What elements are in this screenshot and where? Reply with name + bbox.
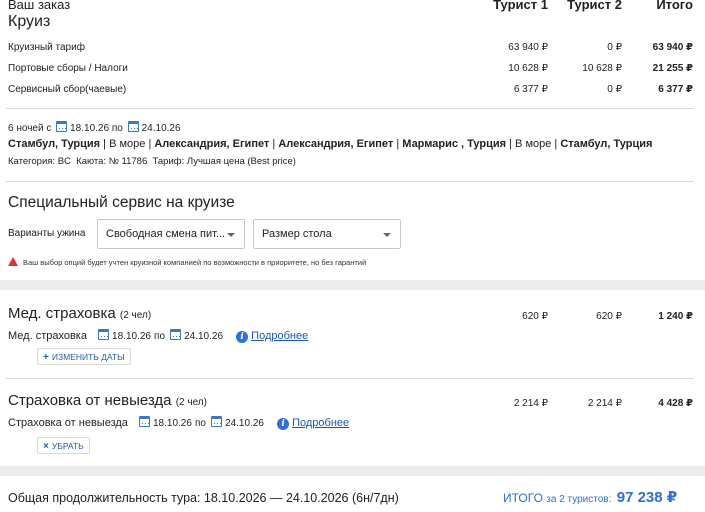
divider	[6, 108, 694, 109]
info-icon[interactable]: i	[236, 331, 249, 343]
med-details: Мед. страховка 18.10.26 по 24.10.26 i По…	[8, 329, 308, 343]
noshow-details: Страховка от невыезда 18.10.26 по 24.10.…	[8, 416, 349, 430]
grand-total-label: ИТОГО	[503, 491, 543, 505]
grand-total-for: за 2 туристов:	[546, 494, 612, 505]
med-label: Мед. страховка	[8, 330, 87, 342]
noshow-t2: 2 214 ₽	[587, 398, 622, 409]
calendar-icon	[127, 121, 139, 132]
route-port: Стамбул, Турция	[8, 138, 101, 150]
med-to: 24.10.26	[184, 331, 224, 342]
cruise-to: 24.10.26	[141, 123, 181, 134]
order-subtitle: Круиз	[8, 13, 51, 30]
dinner-label: Варианты ужина	[8, 228, 86, 239]
med-more-link[interactable]: Подробнее	[251, 330, 308, 342]
med-from: 18.10.26	[112, 331, 151, 342]
row-total: 6 377 ₽	[658, 84, 693, 95]
med-t2: 620 ₽	[596, 311, 622, 322]
dinner-select-value: Свободная смена пит...	[106, 228, 226, 240]
route-sep: |	[269, 138, 279, 150]
row-label: Сервисный сбор(чаевые)	[8, 84, 127, 95]
row-t2: 0 ₽	[607, 84, 622, 95]
row-t1: 6 377 ₽	[513, 84, 548, 95]
cruise-to-word: по	[111, 123, 123, 134]
tour-duration: Общая продолжительность тура: 18.10.2026…	[8, 491, 399, 505]
grand-total: ИТОГО за 2 туристов: 97 238 ₽	[503, 488, 677, 506]
warning-icon	[8, 257, 18, 266]
close-icon: ×	[43, 441, 49, 452]
remove-button[interactable]: × УБРАТЬ	[37, 437, 90, 454]
row-t1: 10 628 ₽	[508, 63, 548, 74]
chevron-down-icon	[383, 233, 391, 237]
noshow-people: (2 чел)	[175, 397, 207, 408]
row-label: Портовые сборы / Налоги	[8, 63, 128, 74]
remove-label: УБРАТЬ	[51, 441, 84, 451]
order-title: Ваш заказ	[8, 0, 71, 12]
col-header-total: Итого	[656, 0, 693, 12]
col-header-tourist-2: Турист 2	[567, 0, 622, 12]
noshow-total: 4 428 ₽	[658, 398, 693, 409]
noshow-t1: 2 214 ₽	[513, 398, 548, 409]
cruise-meta: Категория: BC Каюта: № 11786 Тариф: Лучш…	[8, 156, 296, 167]
med-to-word: по	[154, 331, 166, 342]
chevron-down-icon	[227, 233, 235, 237]
noshow-more-link[interactable]: Подробнее	[292, 417, 349, 429]
route-sep: | В море |	[100, 138, 155, 150]
calendar-icon	[138, 416, 150, 427]
med-insurance-title: Мед. страховка (2 чел)	[8, 305, 151, 322]
row-t2: 0 ₽	[607, 42, 622, 53]
row-t1: 63 940 ₽	[508, 42, 548, 53]
warning-text: Ваш выбор опций будет учтен круизной ком…	[23, 258, 367, 267]
grand-total-value: 97 238 ₽	[616, 489, 678, 506]
med-people: (2 чел)	[119, 310, 152, 321]
service-warning: Ваш выбор опций будет учтен круизной ком…	[8, 257, 366, 267]
row-total: 63 940 ₽	[652, 42, 693, 53]
route-sep: | В море |	[506, 138, 561, 150]
noshow-from: 18.10.26	[152, 418, 192, 429]
plus-icon: +	[43, 352, 49, 363]
med-total: 1 240 ₽	[658, 311, 693, 322]
route-port: Стамбул, Турция	[560, 138, 653, 150]
divider	[6, 378, 694, 379]
cruise-nights: 6 ночей с	[8, 123, 52, 134]
info-icon[interactable]: i	[277, 418, 290, 430]
section-separator	[0, 466, 705, 476]
route-port: Александрия, Египет	[278, 138, 394, 150]
dinner-select[interactable]: Свободная смена пит...	[97, 219, 245, 249]
change-dates-button[interactable]: + ИЗМЕНИТЬ ДАТЫ	[37, 348, 131, 365]
change-dates-label: ИЗМЕНИТЬ ДАТЫ	[51, 352, 125, 362]
route-sep: |	[393, 138, 403, 150]
noshow-title: Страховка от невыезда	[8, 392, 172, 409]
route-port: Мармарис , Турция	[402, 138, 507, 150]
divider	[6, 181, 694, 182]
calendar-icon	[211, 416, 223, 427]
noshow-label: Страховка от невыезда	[8, 417, 128, 429]
col-header-tourist-1: Турист 1	[493, 0, 548, 12]
cruise-route: Стамбул, Турция | В море | Александрия, …	[8, 138, 652, 150]
table-size-select-value: Размер стола	[262, 228, 332, 240]
med-title: Мед. страховка	[8, 305, 116, 322]
calendar-icon	[98, 329, 110, 340]
cruise-dates: 6 ночей с 18.10.26 по 24.10.26	[8, 121, 181, 134]
cruise-from: 18.10.26	[70, 123, 110, 134]
noshow-to: 24.10.26	[225, 418, 264, 429]
calendar-icon	[56, 121, 68, 132]
row-t2: 10 628 ₽	[582, 63, 622, 74]
calendar-icon	[170, 329, 182, 340]
noshow-insurance-title: Страховка от невыезда (2 чел)	[8, 392, 207, 409]
table-size-select[interactable]: Размер стола	[253, 219, 401, 249]
med-t1: 620 ₽	[522, 311, 548, 322]
noshow-to-word: по	[194, 418, 206, 429]
row-total: 21 255 ₽	[652, 63, 693, 74]
route-port: Александрия, Египет	[154, 138, 270, 150]
service-heading: Специальный сервис на круизе	[8, 194, 235, 211]
row-label: Круизный тариф	[8, 42, 85, 53]
section-separator	[0, 280, 705, 290]
